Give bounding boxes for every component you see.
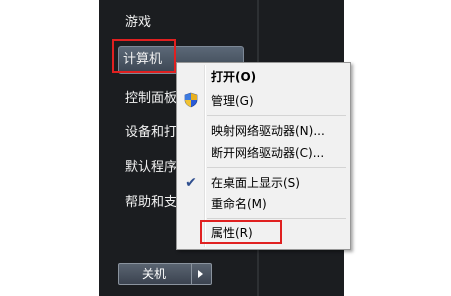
ctx-item-rename[interactable]: 重命名(M): [211, 195, 267, 213]
ctx-item-show-on-desktop[interactable]: 在桌面上显示(S): [211, 174, 300, 192]
ctx-separator: [207, 115, 346, 116]
shutdown-options-arrow-icon[interactable]: [191, 264, 211, 284]
start-item-control-panel[interactable]: 控制面板: [125, 90, 177, 108]
ctx-item-map-network-drive[interactable]: 映射网络驱动器(N)...: [211, 122, 325, 140]
ctx-item-open[interactable]: 打开(O): [211, 68, 256, 86]
checkmark-icon: ✔: [185, 175, 197, 191]
shield-icon: [184, 92, 198, 108]
shutdown-button[interactable]: 关机: [119, 264, 189, 284]
highlight-box-properties: [200, 220, 282, 244]
ctx-item-disconnect-network-drive[interactable]: 断开网络驱动器(C)...: [211, 144, 324, 162]
start-item-games[interactable]: 游戏: [125, 14, 151, 32]
start-item-default-programs[interactable]: 默认程序: [125, 159, 177, 177]
shutdown-button-group: 关机: [118, 263, 212, 285]
ctx-item-manage[interactable]: 管理(G): [211, 92, 254, 110]
highlight-box-computer: [112, 39, 176, 73]
ctx-separator: [207, 218, 346, 219]
ctx-separator: [207, 167, 346, 168]
